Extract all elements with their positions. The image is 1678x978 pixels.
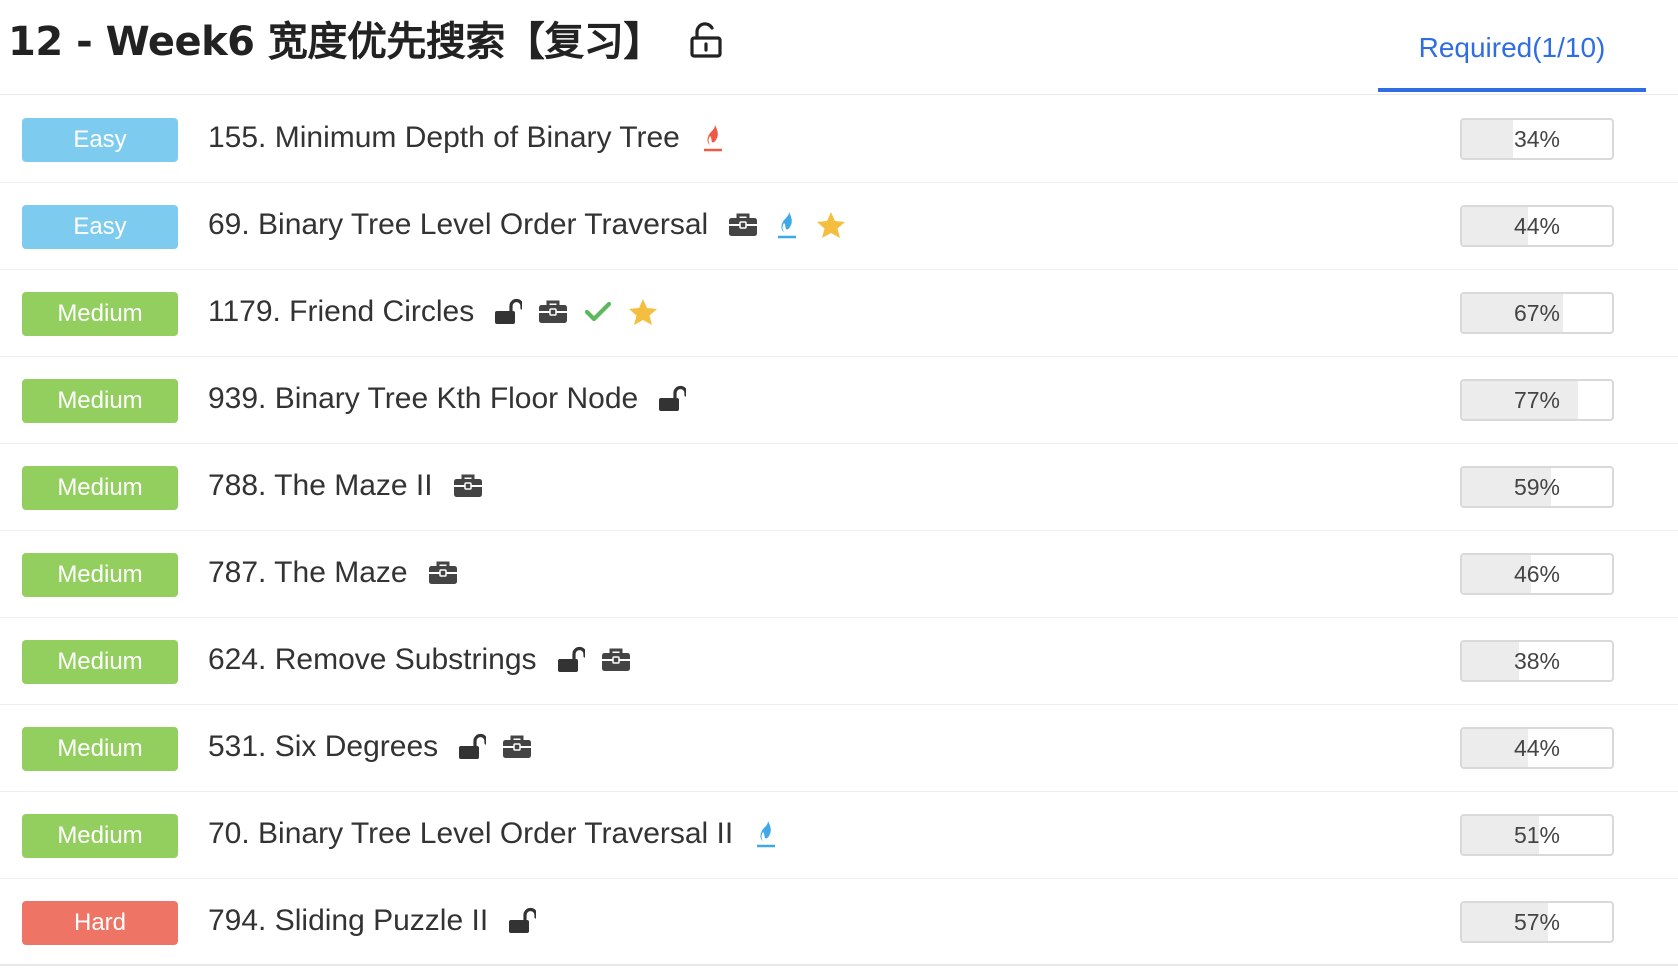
acceptance-rate-bar: 44% xyxy=(1460,205,1614,247)
problem-row[interactable]: Medium 531. Six Degrees 44% xyxy=(0,705,1678,792)
problem-tag-icons xyxy=(654,385,687,413)
briefcase-icon xyxy=(502,734,532,760)
problem-cell: 787. The Maze xyxy=(208,549,458,597)
problem-row[interactable]: Medium 939. Binary Tree Kth Floor Node 77% xyxy=(0,357,1678,444)
difficulty-badge: Easy xyxy=(22,205,178,249)
difficulty-badge: Medium xyxy=(22,814,178,858)
problem-row[interactable]: Easy 155. Minimum Depth of Binary Tree 34% xyxy=(0,96,1678,183)
problem-cell: 939. Binary Tree Kth Floor Node xyxy=(208,375,687,423)
tab-required-label: Required(1/10) xyxy=(1418,32,1606,63)
acceptance-rate-label: 38% xyxy=(1513,647,1561,674)
problem-title-link[interactable]: 155. Minimum Depth of Binary Tree xyxy=(208,121,680,155)
acceptance-rate-label: 77% xyxy=(1513,386,1561,413)
problem-list: Easy 155. Minimum Depth of Binary Tree 34%… xyxy=(0,96,1678,966)
problem-title-link[interactable]: 1179. Friend Circles xyxy=(208,295,474,329)
problem-tag-icons xyxy=(696,123,726,153)
difficulty-badge: Medium xyxy=(22,292,178,336)
problem-row[interactable]: Medium 70. Binary Tree Level Order Traver… xyxy=(0,792,1678,879)
page-header: 12 - Week6 宽度优先搜索【复习】 Required(1/10) xyxy=(0,0,1678,95)
tab-active-indicator xyxy=(1378,88,1646,92)
difficulty-badge: Medium xyxy=(22,379,178,423)
problem-cell: 794. Sliding Puzzle II xyxy=(208,897,537,945)
acceptance-rate-label: 59% xyxy=(1513,473,1561,500)
acceptance-rate-bar: 59% xyxy=(1460,466,1614,508)
problem-row[interactable]: Medium 787. The Maze 46% xyxy=(0,531,1678,618)
problem-row[interactable]: Easy 69. Binary Tree Level Order Traversa… xyxy=(0,183,1678,270)
problem-tag-icons xyxy=(424,560,458,586)
acceptance-rate-label: 51% xyxy=(1513,821,1561,848)
briefcase-icon xyxy=(538,299,568,325)
acceptance-rate-label: 44% xyxy=(1513,734,1561,761)
problem-tag-icons xyxy=(490,298,658,326)
problem-cell: 70. Binary Tree Level Order Traversal II xyxy=(208,810,779,858)
problem-row[interactable]: Medium 624. Remove Substrings 38% xyxy=(0,618,1678,705)
unlock-icon xyxy=(557,646,585,674)
difficulty-badge: Medium xyxy=(22,553,178,597)
problem-cell: 788. The Maze II xyxy=(208,462,483,510)
acceptance-rate-bar: 38% xyxy=(1460,640,1614,682)
problem-cell: 1179. Friend Circles xyxy=(208,288,658,336)
problem-title-link[interactable]: 624. Remove Substrings xyxy=(208,643,537,677)
difficulty-badge: Easy xyxy=(22,118,178,162)
page-title: 12 - Week6 宽度优先搜索【复习】 xyxy=(8,19,663,65)
problem-title-link[interactable]: 69. Binary Tree Level Order Traversal xyxy=(208,208,708,242)
check-icon xyxy=(584,300,612,324)
briefcase-icon xyxy=(428,560,458,586)
flame-blue-icon xyxy=(774,210,800,240)
acceptance-rate-label: 46% xyxy=(1513,560,1561,587)
problem-tag-icons xyxy=(504,907,537,935)
unlock-icon xyxy=(658,385,687,413)
problem-row[interactable]: Medium 1179. Friend Circles 67% xyxy=(0,270,1678,357)
star-icon xyxy=(816,211,846,239)
star-icon xyxy=(628,298,658,326)
flame-red-icon xyxy=(700,123,726,153)
unlock-icon xyxy=(508,907,537,935)
section-title: 12 - Week6 宽度优先搜索【复习】 xyxy=(8,10,723,66)
difficulty-badge: Hard xyxy=(22,901,178,945)
acceptance-rate-bar: 57% xyxy=(1460,901,1614,943)
acceptance-rate-bar: 51% xyxy=(1460,814,1614,856)
problem-row[interactable]: Hard 794. Sliding Puzzle II 57% xyxy=(0,879,1678,966)
unlock-icon xyxy=(458,733,487,761)
acceptance-rate-bar: 46% xyxy=(1460,553,1614,595)
flame-blue-icon xyxy=(753,819,779,849)
acceptance-rate-bar: 67% xyxy=(1460,292,1614,334)
acceptance-rate-label: 57% xyxy=(1513,908,1561,935)
tab-required[interactable]: Required(1/10) xyxy=(1378,28,1646,90)
difficulty-badge: Medium xyxy=(22,727,178,771)
acceptance-rate-bar: 77% xyxy=(1460,379,1614,421)
problem-cell: 155. Minimum Depth of Binary Tree xyxy=(208,114,726,162)
unlock-icon[interactable] xyxy=(689,22,723,58)
problem-title-link[interactable]: 531. Six Degrees xyxy=(208,730,438,764)
problem-tag-icons xyxy=(724,210,846,240)
problem-cell: 531. Six Degrees xyxy=(208,723,532,771)
problem-cell: 69. Binary Tree Level Order Traversal xyxy=(208,201,846,249)
problem-cell: 624. Remove Substrings xyxy=(208,636,631,684)
problem-title-link[interactable]: 787. The Maze xyxy=(208,556,408,590)
problem-title-link[interactable]: 939. Binary Tree Kth Floor Node xyxy=(208,382,638,416)
acceptance-rate-label: 44% xyxy=(1513,212,1561,239)
acceptance-rate-label: 34% xyxy=(1513,125,1561,152)
problem-title-link[interactable]: 70. Binary Tree Level Order Traversal II xyxy=(208,817,733,851)
problem-title-link[interactable]: 788. The Maze II xyxy=(208,469,433,503)
acceptance-rate-label: 67% xyxy=(1513,299,1561,326)
difficulty-badge: Medium xyxy=(22,466,178,510)
problem-row[interactable]: Medium 788. The Maze II 59% xyxy=(0,444,1678,531)
difficulty-badge: Medium xyxy=(22,640,178,684)
problem-tag-icons xyxy=(449,473,483,499)
acceptance-rate-bar: 44% xyxy=(1460,727,1614,769)
problem-title-link[interactable]: 794. Sliding Puzzle II xyxy=(208,904,488,938)
problem-tag-icons xyxy=(749,819,779,849)
problem-tag-icons xyxy=(454,733,532,761)
problem-tag-icons xyxy=(553,646,631,674)
briefcase-icon xyxy=(728,212,758,238)
acceptance-rate-bar: 34% xyxy=(1460,118,1614,160)
briefcase-icon xyxy=(453,473,483,499)
briefcase-icon xyxy=(601,647,631,673)
unlock-icon xyxy=(494,298,523,326)
